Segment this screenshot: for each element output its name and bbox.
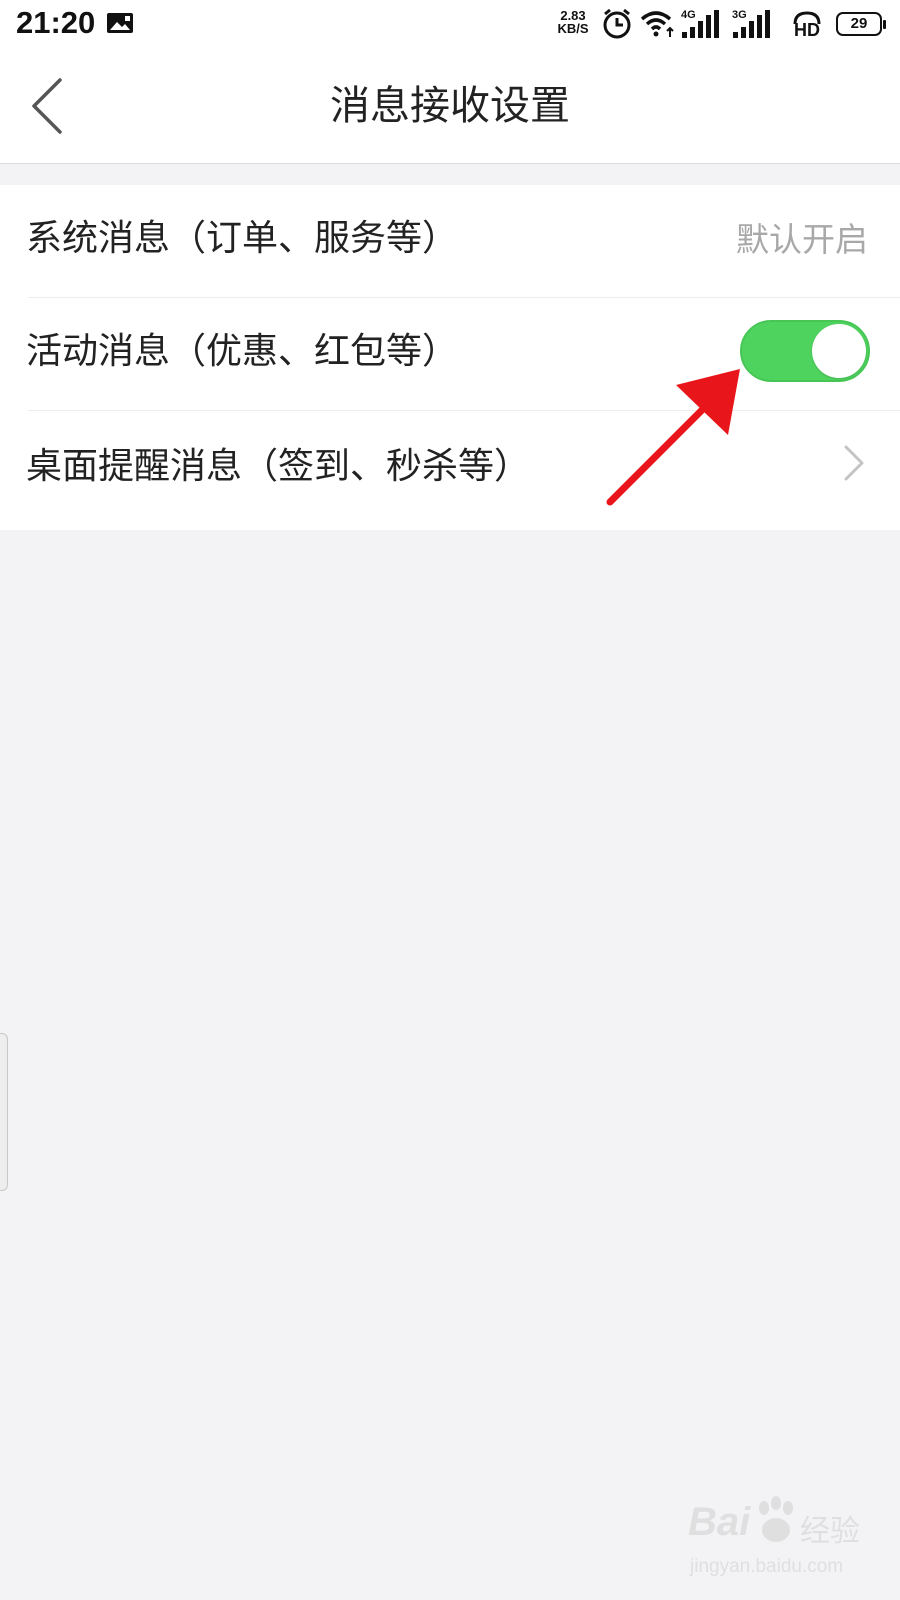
watermark-brand: Bai xyxy=(688,1500,751,1544)
setting-label-desktop-reminders: 桌面提醒消息（签到、秒杀等） xyxy=(26,446,531,487)
page-title: 消息接收设置 xyxy=(330,83,570,129)
watermark-logo: Bai 经验 jingyan.baidu.com xyxy=(688,1496,878,1590)
paw-icon xyxy=(759,1496,793,1542)
setting-row-system-messages: 系统消息（订单、服务等） 默认开启 xyxy=(0,185,900,297)
watermark-url: jingyan.baidu.com xyxy=(690,1556,844,1577)
setting-value-default-on: 默认开启 xyxy=(736,220,868,259)
chevron-right-icon xyxy=(844,445,864,481)
hd-label: HD xyxy=(794,20,820,40)
settings-list: 系统消息（订单、服务等） 默认开启 活动消息（优惠、红包等） 桌面提醒消息（签到… xyxy=(0,185,900,530)
image-icon xyxy=(107,13,133,33)
watermark-cn: 经验 xyxy=(800,1514,860,1549)
annotation-arrow xyxy=(606,369,740,506)
side-drag-handle[interactable] xyxy=(0,1033,8,1191)
alarm-icon xyxy=(603,8,631,39)
battery-level: 29 xyxy=(850,15,868,32)
setting-row-desktop-reminders[interactable]: 桌面提醒消息（签到、秒杀等） xyxy=(0,411,900,523)
battery-icon: 29 xyxy=(836,12,886,36)
network-speed: 2.83 KB/S xyxy=(557,8,589,36)
toggle-knob xyxy=(812,324,866,378)
status-bar: 21:20 2.83 KB/S 4G 3G HD 29 xyxy=(0,0,900,48)
status-time: 21:20 xyxy=(16,5,96,40)
header: 消息接收设置 xyxy=(0,48,900,164)
signal-3g-icon xyxy=(733,10,770,38)
wifi-icon xyxy=(640,11,674,37)
setting-label-system-messages: 系统消息（订单、服务等） xyxy=(26,218,459,259)
setting-label-activity-messages: 活动消息（优惠、红包等） xyxy=(26,331,459,372)
signal-4g-icon xyxy=(682,10,719,38)
